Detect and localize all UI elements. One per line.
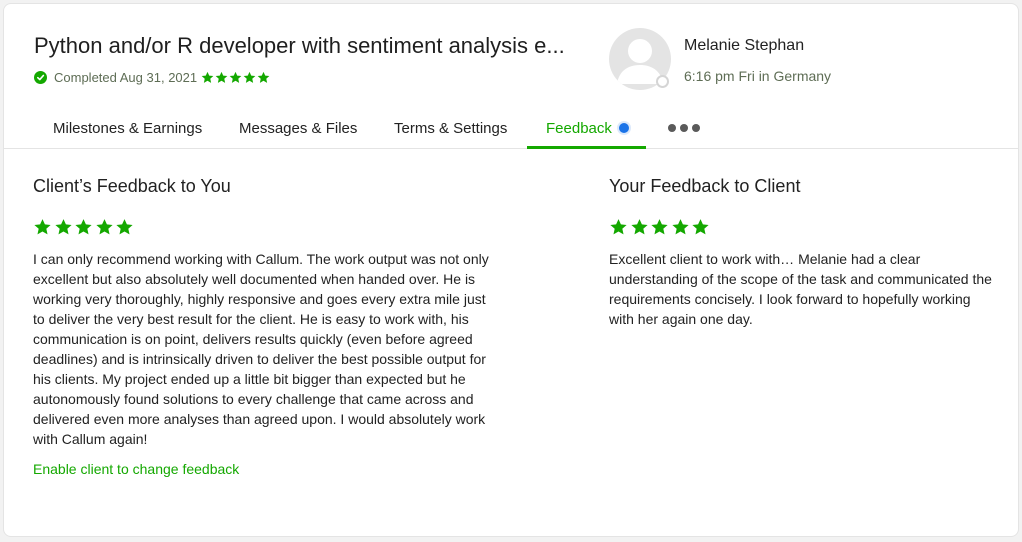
star-icon bbox=[257, 71, 270, 83]
client-feedback-heading: Client’s Feedback to You bbox=[33, 176, 231, 196]
contract-title: Python and/or R developer with sentiment… bbox=[34, 33, 565, 58]
status-text: Completed Aug 31, 2021 bbox=[54, 69, 198, 85]
client-name[interactable]: Melanie Stephan bbox=[684, 37, 804, 55]
dot bbox=[668, 124, 676, 132]
dot bbox=[692, 124, 700, 132]
star-icon bbox=[34, 219, 51, 235]
star-icon bbox=[671, 219, 689, 235]
tab-feedback[interactable]: Feedback bbox=[527, 110, 646, 149]
star-icon bbox=[215, 71, 228, 83]
your-feedback-stars bbox=[609, 218, 712, 236]
star-icon bbox=[95, 219, 113, 235]
tab-terms-settings[interactable]: Terms & Settings bbox=[394, 110, 507, 148]
contract-rating-stars bbox=[201, 71, 271, 84]
contract-tabs: Milestones & Earnings Messages & Files T… bbox=[4, 110, 1018, 149]
star-icon bbox=[243, 71, 256, 83]
client-feedback-stars bbox=[33, 218, 136, 236]
tab-milestones-earnings[interactable]: Milestones & Earnings bbox=[53, 110, 202, 148]
your-feedback-text: Excellent client to work with… Melanie h… bbox=[609, 251, 992, 327]
star-icon bbox=[630, 219, 648, 235]
star-icon bbox=[229, 71, 242, 83]
star-icon bbox=[610, 219, 627, 235]
notification-dot bbox=[619, 123, 629, 133]
client-feedback-text: I can only recommend working with Callum… bbox=[33, 251, 489, 447]
client-local-time: 6:16 pm Fri in Germany bbox=[684, 68, 832, 84]
tab-messages-files[interactable]: Messages & Files bbox=[239, 110, 357, 148]
more-options-icon[interactable] bbox=[668, 124, 700, 134]
star-icon bbox=[75, 219, 92, 235]
contract-status: Completed Aug 31, 2021 bbox=[34, 69, 271, 85]
star-icon bbox=[54, 219, 72, 235]
star-icon bbox=[116, 219, 133, 235]
dot bbox=[680, 124, 688, 132]
enable-change-feedback-link[interactable]: Enable client to change feedback bbox=[33, 461, 239, 477]
star-icon bbox=[201, 71, 214, 83]
your-feedback-heading: Your Feedback to Client bbox=[609, 176, 801, 196]
online-status-dot bbox=[656, 75, 669, 88]
contract-card: Python and/or R developer with sentiment… bbox=[3, 3, 1019, 537]
star-icon bbox=[651, 219, 668, 235]
star-icon bbox=[692, 219, 709, 235]
check-circle-icon bbox=[34, 70, 47, 84]
